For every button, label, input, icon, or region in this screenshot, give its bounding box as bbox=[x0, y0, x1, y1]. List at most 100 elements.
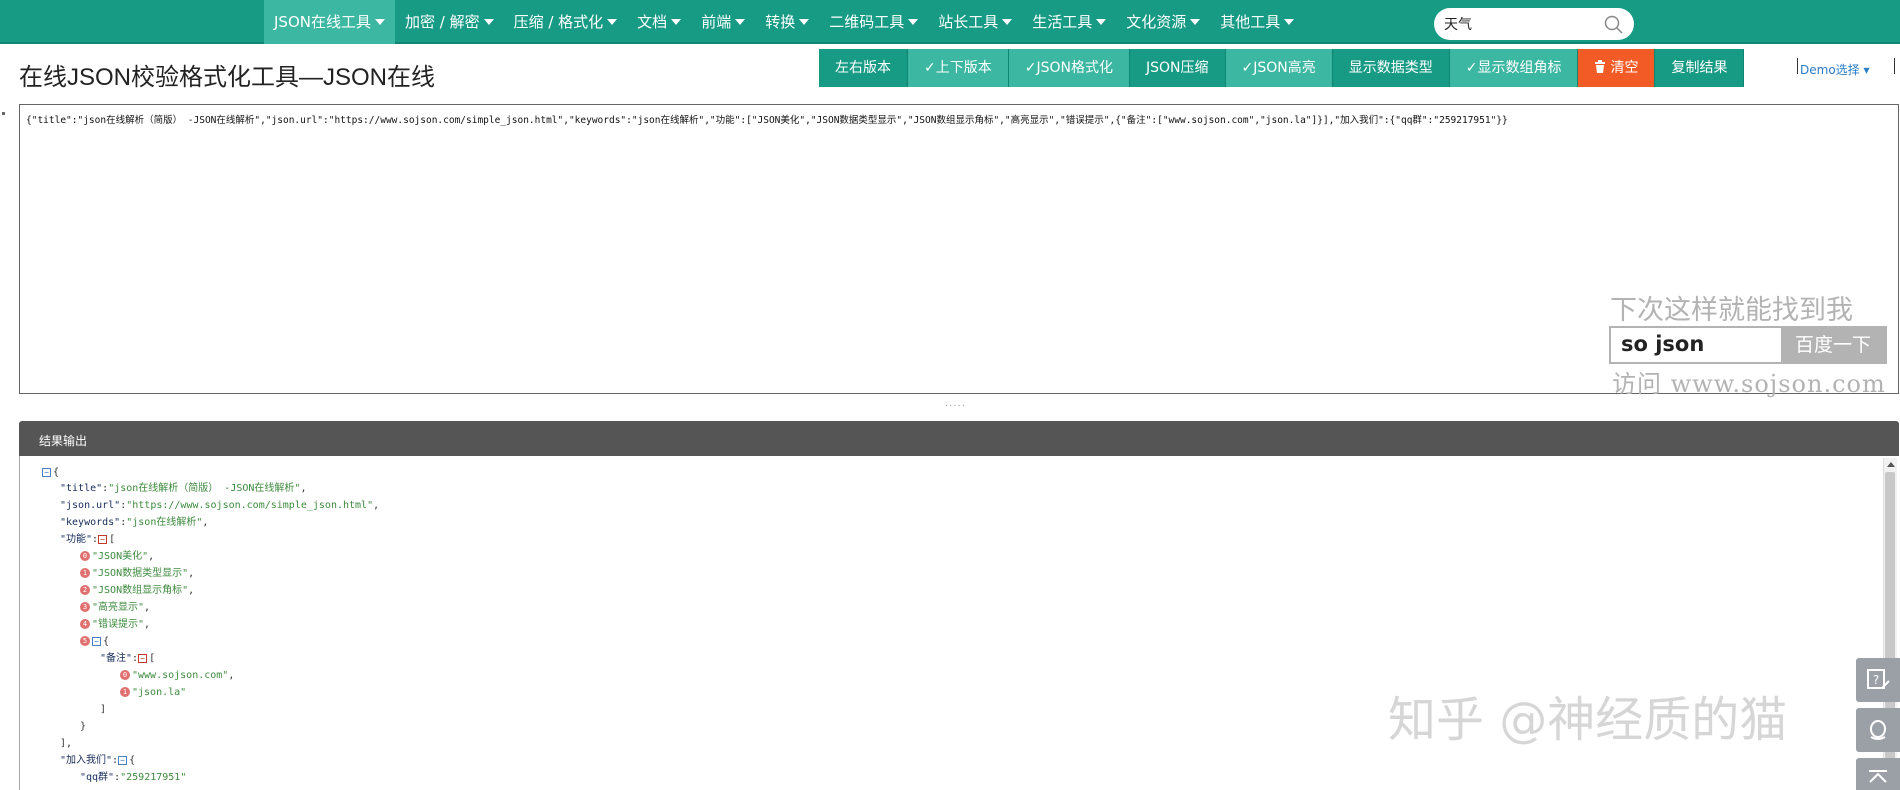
nav-item-label: 二维码工具 bbox=[829, 13, 905, 31]
json-line: 0 "www.sojson.com", bbox=[120, 669, 234, 683]
qq-contact-button[interactable] bbox=[1856, 708, 1900, 752]
json-line: 1 "json.la" bbox=[120, 686, 186, 700]
zhihu-watermark: 知乎 @神经质的猫 bbox=[1388, 692, 1788, 748]
chevron-down-icon bbox=[607, 19, 618, 25]
search-box bbox=[1434, 8, 1634, 40]
clear-button-label: 清空 bbox=[1610, 60, 1639, 76]
qq-icon bbox=[1870, 720, 1886, 740]
json-line: 0 "JSON美化", bbox=[80, 550, 154, 564]
chevron-down-icon bbox=[1190, 19, 1201, 25]
ad-search-button: 百度一下 bbox=[1781, 328, 1885, 362]
json-line: "keywords":"json在线解析", bbox=[60, 517, 209, 528]
array-index-badge: 4 bbox=[80, 619, 90, 629]
nav-item-label: 转换 bbox=[765, 13, 796, 31]
nav-item-label: 文档 bbox=[637, 13, 668, 31]
search-input[interactable] bbox=[1444, 13, 1594, 35]
ad-visit-url: 访问 www.sojson.com bbox=[1612, 370, 1886, 398]
show-array-index-button[interactable]: ✓显示数组角标 bbox=[1449, 49, 1579, 87]
array-index-badge: 2 bbox=[80, 585, 90, 595]
json-line: "json.url":"https://www.sojson.com/simpl… bbox=[60, 500, 380, 511]
resize-handle[interactable]: ..... bbox=[945, 398, 966, 409]
json-highlight-button[interactable]: ✓JSON高亮 bbox=[1225, 49, 1333, 87]
copy-result-button[interactable]: 复制结果 bbox=[1655, 49, 1745, 87]
json-line: "功能": −[ bbox=[60, 534, 116, 545]
nav-item-culture[interactable]: 文化资源 bbox=[1116, 0, 1210, 44]
array-index-badge: 1 bbox=[120, 687, 130, 697]
json-format-button[interactable]: ✓JSON格式化 bbox=[1008, 49, 1130, 87]
nav-item-label: 站长工具 bbox=[938, 13, 999, 31]
nav-item-webmaster[interactable]: 站长工具 bbox=[928, 0, 1022, 44]
bullet-mark bbox=[2, 112, 5, 115]
nav-item-convert[interactable]: 转换 bbox=[755, 0, 819, 44]
trash-icon bbox=[1595, 60, 1606, 73]
json-compress-button[interactable]: JSON压缩 bbox=[1129, 49, 1226, 87]
collapse-toggle-icon[interactable]: − bbox=[42, 467, 51, 477]
left-right-layout-button[interactable]: 左右版本 bbox=[819, 49, 908, 87]
nav-item-docs[interactable]: 文档 bbox=[627, 0, 691, 44]
array-index-badge: 5 bbox=[80, 636, 90, 646]
json-line: ], bbox=[60, 738, 73, 749]
json-input-text: {"title":"json在线解析（简版） -JSON在线解析","json.… bbox=[26, 115, 1508, 126]
output-panel-title: 结果输出 bbox=[39, 434, 88, 448]
ad-slogan: 下次这样就能找到我 bbox=[1610, 295, 1853, 326]
back-to-top-button[interactable] bbox=[1856, 758, 1900, 790]
output-panel-header: 结果输出 bbox=[19, 421, 1899, 456]
ad-search-box: so json 百度一下 bbox=[1609, 326, 1887, 364]
nav-item-label: JSON在线工具 bbox=[274, 13, 371, 31]
array-index-badge: 3 bbox=[80, 602, 90, 612]
json-line: "qq群":"259217951" bbox=[80, 772, 187, 783]
nav-item-frontend[interactable]: 前端 bbox=[691, 0, 755, 44]
json-line: 3 "高亮显示", bbox=[80, 601, 150, 615]
json-line: } bbox=[80, 721, 87, 732]
nav-item-encrypt[interactable]: 加密 / 解密 bbox=[395, 0, 504, 44]
nav-item-compress[interactable]: 压缩 / 格式化 bbox=[504, 0, 628, 44]
nav-item-label: 生活工具 bbox=[1032, 13, 1093, 31]
nav-item-json-tools[interactable]: JSON在线工具 bbox=[264, 0, 395, 44]
nav-item-qrcode[interactable]: 二维码工具 bbox=[819, 0, 928, 44]
array-index-badge: 1 bbox=[80, 568, 90, 578]
nav-item-other[interactable]: 其他工具 bbox=[1210, 0, 1304, 44]
json-line: 5−{ bbox=[80, 635, 109, 649]
collapse-arrow-icon bbox=[1869, 770, 1887, 783]
chevron-down-icon bbox=[735, 19, 746, 25]
chevron-down-icon bbox=[1284, 19, 1295, 25]
nav-item-label: 其他工具 bbox=[1220, 13, 1281, 31]
collapse-toggle-icon[interactable]: − bbox=[98, 534, 108, 544]
svg-text:?: ? bbox=[1873, 673, 1879, 687]
demo-select-link[interactable]: Demo选择 ▾ bbox=[1800, 61, 1870, 78]
divider bbox=[1894, 58, 1895, 74]
json-line: 1 "JSON数据类型显示", bbox=[80, 567, 194, 581]
json-line: −{ bbox=[42, 466, 59, 480]
search-icon[interactable] bbox=[1604, 15, 1624, 35]
page-title: 在线JSON校验格式化工具—JSON在线 bbox=[19, 64, 436, 91]
nav-item-life[interactable]: 生活工具 bbox=[1022, 0, 1116, 44]
chevron-down-icon bbox=[1002, 19, 1013, 25]
nav-item-label: 前端 bbox=[701, 13, 732, 31]
json-line: 2 "JSON数组显示角标", bbox=[80, 584, 194, 598]
show-data-type-button[interactable]: 显示数据类型 bbox=[1332, 49, 1450, 87]
collapse-toggle-icon[interactable]: − bbox=[138, 653, 148, 663]
feedback-icon: ? bbox=[1867, 669, 1890, 689]
top-nav-bar: JSON在线工具 加密 / 解密 压缩 / 格式化 文档 前端 转换 二维码工具… bbox=[0, 0, 1900, 44]
json-line: "title":"json在线解析（简版） -JSON在线解析", bbox=[60, 483, 307, 494]
top-bottom-layout-button[interactable]: ✓上下版本 bbox=[908, 49, 1009, 87]
feedback-button[interactable]: ? bbox=[1856, 658, 1900, 702]
array-index-badge: 0 bbox=[80, 551, 90, 561]
divider bbox=[1797, 58, 1798, 74]
collapse-toggle-icon[interactable]: − bbox=[92, 636, 101, 646]
nav-item-label: 文化资源 bbox=[1126, 13, 1187, 31]
clear-button[interactable]: 清空 bbox=[1578, 49, 1656, 87]
nav-item-label: 压缩 / 格式化 bbox=[513, 13, 604, 31]
array-index-badge: 0 bbox=[120, 670, 130, 680]
json-line: "加入我们": −{ bbox=[60, 755, 136, 766]
scroll-up-arrow-icon[interactable] bbox=[1887, 462, 1895, 467]
chevron-down-icon bbox=[799, 19, 810, 25]
nav-item-label: 加密 / 解密 bbox=[404, 13, 480, 31]
chevron-down-icon bbox=[483, 19, 494, 25]
chevron-down-icon bbox=[908, 19, 919, 25]
toolbar: 左右版本 ✓上下版本 ✓JSON格式化 JSON压缩 ✓JSON高亮 显示数据类… bbox=[819, 49, 1745, 87]
collapse-toggle-icon[interactable]: − bbox=[118, 755, 128, 765]
chevron-down-icon bbox=[1096, 19, 1107, 25]
chevron-down-icon bbox=[671, 19, 682, 25]
nav-menu: JSON在线工具 加密 / 解密 压缩 / 格式化 文档 前端 转换 二维码工具… bbox=[264, 0, 1304, 44]
